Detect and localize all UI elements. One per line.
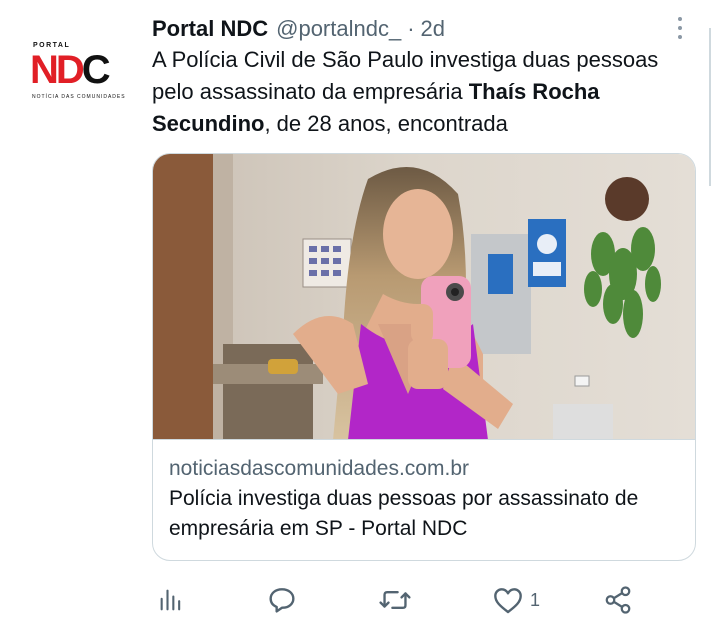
avatar-bottom-text: NOTÍCIA DAS COMUNIDADES: [32, 94, 126, 100]
avatar-letter-c: C: [81, 48, 111, 92]
retweet-icon: [379, 590, 411, 610]
avatar-letter-n: N: [30, 48, 59, 92]
like-button[interactable]: 1: [492, 580, 540, 620]
reply-button[interactable]: [266, 580, 298, 620]
card-photo: [153, 154, 695, 439]
card-domain: noticiasdascomunidades.com.br: [169, 457, 469, 480]
analytics-button[interactable]: [157, 580, 185, 620]
display-name[interactable]: Portal NDC: [152, 16, 268, 42]
avatar-logo: NDC: [30, 48, 111, 92]
avatar-letter-d: D: [55, 48, 85, 92]
separator-dot: ·: [407, 16, 415, 41]
heart-icon: [494, 588, 522, 614]
share-icon: [605, 586, 631, 614]
link-card[interactable]: noticiasdascomunidades.com.br Polícia in…: [152, 153, 696, 561]
reply-icon: [269, 588, 295, 613]
card-meta: noticiasdascomunidades.com.br Polícia in…: [169, 454, 684, 544]
user-handle[interactable]: @portalndc_: [276, 16, 401, 42]
scrollbar[interactable]: [709, 28, 711, 186]
like-count: 1: [530, 589, 541, 610]
tweet-time[interactable]: 2d: [421, 16, 445, 42]
tweet-text-part2: , de 28 anos, encontrada: [264, 111, 508, 136]
avatar[interactable]: PORTAL NDC NOTÍCIA DAS COMUNIDADES: [30, 42, 130, 104]
tweet-actions: 1: [152, 580, 652, 620]
share-button[interactable]: [603, 580, 633, 620]
card-image[interactable]: [153, 154, 695, 440]
more-options-icon[interactable]: [668, 12, 692, 44]
retweet-button[interactable]: [378, 580, 412, 620]
card-title: Polícia investiga duas pessoas por assas…: [169, 487, 639, 540]
tweet[interactable]: PORTAL NDC NOTÍCIA DAS COMUNIDADES Porta…: [0, 0, 713, 635]
analytics-icon: [160, 589, 181, 611]
tweet-header: Portal NDC @portalndc_ · 2d: [152, 14, 445, 44]
tweet-text: A Polícia Civil de São Paulo investiga d…: [152, 44, 672, 140]
